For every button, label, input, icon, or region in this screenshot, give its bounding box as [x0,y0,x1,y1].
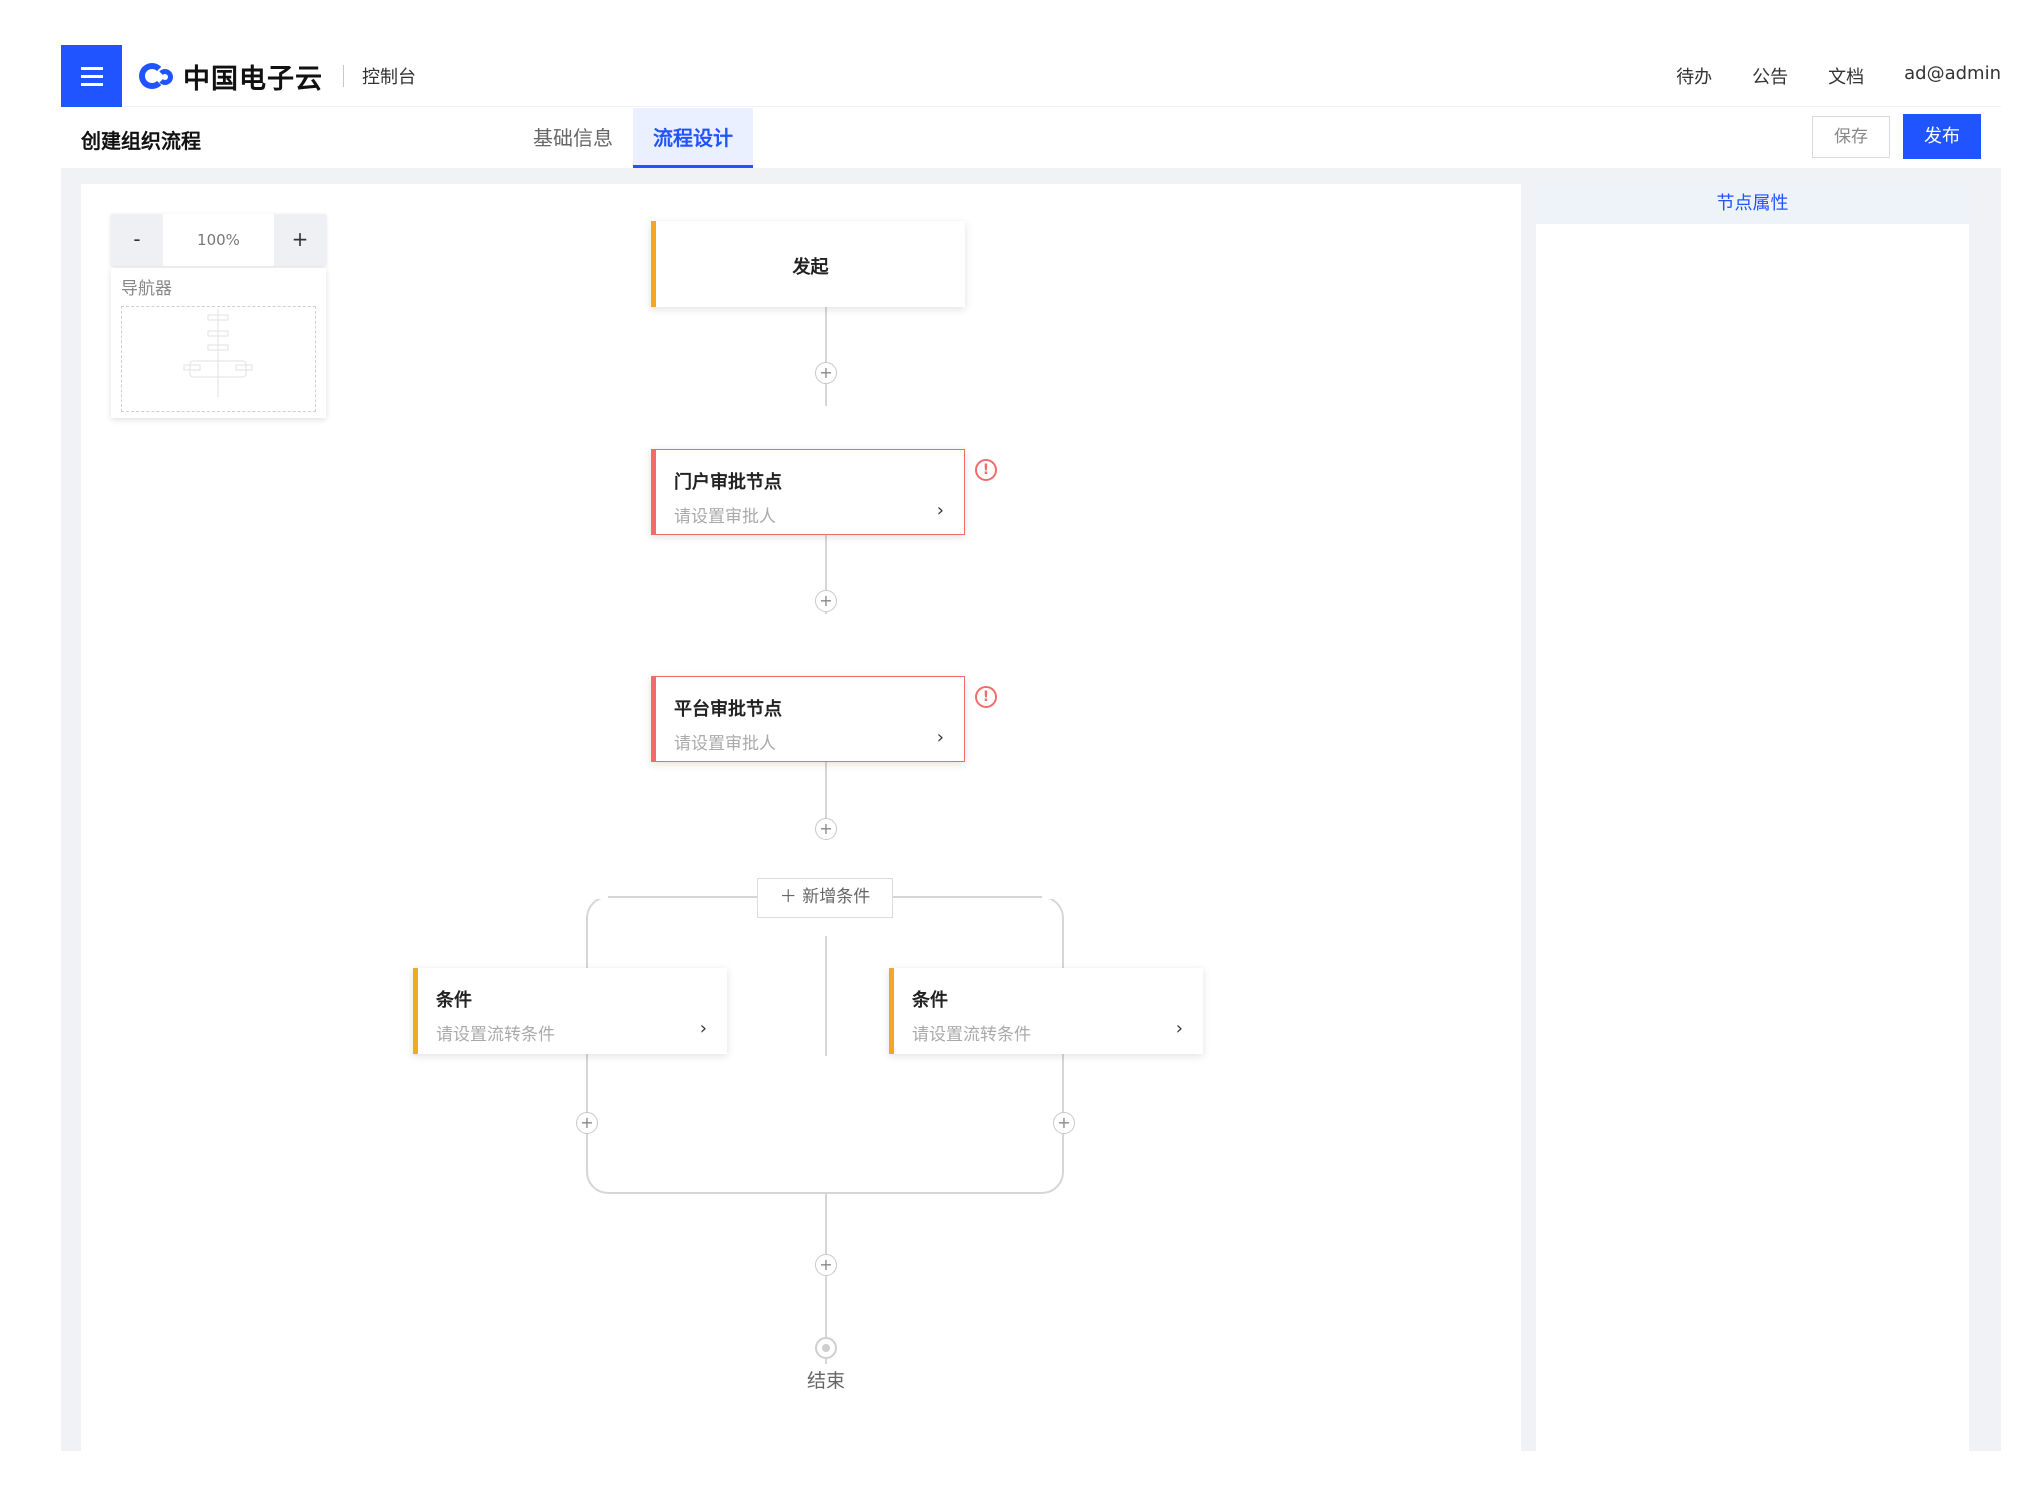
navigator-label: 导航器 [121,279,172,299]
console-label[interactable]: 控制台 [362,63,416,89]
chevron-right-icon: › [1175,1018,1183,1039]
top-nav-links: 待办 公告 文档 ad@admin [1676,63,2001,89]
page-header: 创建组织流程 基础信息 流程设计 保存 发布 [61,108,2001,168]
start-node[interactable]: 发起 [651,221,965,307]
node-title: 平台审批节点 [674,699,782,720]
page-title: 创建组织流程 [81,129,201,153]
add-node-button[interactable]: + [576,1112,598,1134]
publish-button[interactable]: 发布 [1903,114,1981,159]
end-node-icon [815,1337,837,1359]
add-node-button[interactable]: + [815,818,837,840]
add-node-button[interactable]: + [815,590,837,612]
node-title: 条件 [912,990,948,1011]
add-node-button[interactable]: + [1053,1112,1075,1134]
node-title: 门户审批节点 [674,472,782,493]
menu-icon [80,74,103,78]
end-node-label: 结束 [807,1370,846,1392]
zoom-in-button[interactable]: + [274,214,326,266]
zoom-control: - 100% + [111,214,326,266]
approval-node-platform[interactable]: 平台审批节点 请设置审批人 › [651,676,965,762]
flow-canvas[interactable]: - 100% + 导航器 + + + + + + 发起 门户审批节点 请设置审批… [81,184,1521,1451]
tab-flow-design[interactable]: 流程设计 [633,108,753,168]
condition-node-right[interactable]: 条件 请设置流转条件 › [889,968,1203,1054]
add-node-button[interactable]: + [815,1254,837,1276]
top-navigation-bar: 中国电子云 控制台 待办 公告 文档 ad@admin [61,45,2001,107]
warning-icon: ! [975,459,997,481]
panel-title: 节点属性 [1536,184,1969,224]
node-title: 条件 [436,990,472,1011]
node-subtitle: 请设置审批人 [674,734,776,754]
minimap-navigator: 导航器 [111,268,326,418]
add-node-button[interactable]: + [815,362,837,384]
zoom-level: 100% [197,231,240,249]
condition-node-left[interactable]: 条件 请设置流转条件 › [413,968,727,1054]
tab-basic-info[interactable]: 基础信息 [513,108,633,168]
approval-node-portal[interactable]: 门户审批节点 请设置审批人 › [651,449,965,535]
zoom-out-button[interactable]: - [111,214,163,266]
node-properties-panel: 节点属性 [1536,184,1969,1451]
node-subtitle: 请设置审批人 [674,507,776,527]
minimap-viewport[interactable] [121,306,316,412]
logo-divider [343,65,344,87]
nav-docs[interactable]: 文档 [1828,63,1864,89]
nav-announcement[interactable]: 公告 [1752,63,1788,89]
warning-icon: ! [975,686,997,708]
add-condition-button[interactable]: ＋ 新增条件 [757,878,893,918]
brand-logo[interactable]: 中国电子云 控制台 [139,59,416,95]
node-subtitle: 请设置流转条件 [912,1025,1031,1045]
node-subtitle: 请设置流转条件 [436,1025,555,1045]
chevron-right-icon: › [699,1018,707,1039]
user-account[interactable]: ad@admin [1904,63,2001,89]
chevron-right-icon: › [936,500,944,521]
tab-bar: 基础信息 流程设计 [513,108,753,168]
minimap-preview [183,309,253,397]
logo-icon [139,61,177,91]
connector-line [825,304,827,406]
logo-text: 中国电子云 [183,63,323,95]
save-button[interactable]: 保存 [1812,116,1890,158]
hamburger-menu-button[interactable] [61,45,122,107]
chevron-right-icon: › [936,727,944,748]
nav-todo[interactable]: 待办 [1676,63,1712,89]
start-node-label: 发起 [792,257,829,278]
workspace: - 100% + 导航器 + + + + + + 发起 门户审批节点 请设置审批… [61,168,2001,1451]
